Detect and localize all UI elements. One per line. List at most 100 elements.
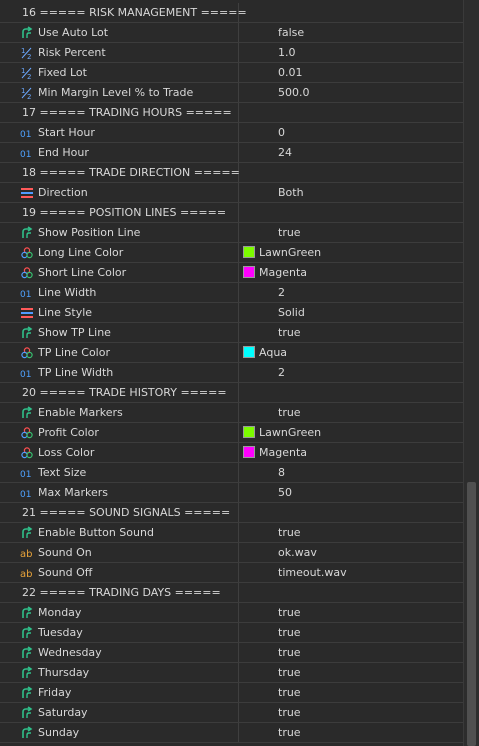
param-value-cell[interactable]: true — [240, 683, 463, 702]
param-row-enable-markers[interactable]: Enable Markers true — [0, 403, 463, 423]
param-row-end-hour[interactable]: 01 End Hour 24 — [0, 143, 463, 163]
color-swatch[interactable] — [243, 246, 255, 258]
param-row-show-tp-line[interactable]: Show TP Line true — [0, 323, 463, 343]
param-name: Tuesday — [38, 626, 83, 639]
param-value-cell[interactable]: true — [240, 663, 463, 682]
param-value[interactable]: Both — [278, 186, 304, 199]
param-row-start-hour[interactable]: 01 Start Hour 0 — [0, 123, 463, 143]
param-value-cell[interactable]: true — [240, 323, 463, 342]
param-value-cell[interactable]: true — [240, 703, 463, 722]
color-swatch[interactable] — [243, 266, 255, 278]
param-value-cell[interactable]: true — [240, 623, 463, 642]
param-row-wednesday[interactable]: Wednesday true — [0, 643, 463, 663]
param-value[interactable]: 2 — [278, 366, 285, 379]
param-value[interactable]: true — [278, 706, 301, 719]
param-row-loss-color[interactable]: Loss Color Magenta — [0, 443, 463, 463]
param-row-risk-percent[interactable]: 1 2 Risk Percent 1.0 — [0, 43, 463, 63]
param-value-cell[interactable]: true — [240, 723, 463, 742]
param-value-cell[interactable]: Aqua — [240, 343, 463, 362]
param-row-sound-off[interactable]: ab Sound Off timeout.wav — [0, 563, 463, 583]
param-value[interactable]: true — [278, 526, 301, 539]
param-value-cell[interactable]: 1.0 — [240, 43, 463, 62]
param-value[interactable]: true — [278, 606, 301, 619]
param-value-cell[interactable]: Magenta — [240, 443, 463, 462]
param-value-cell[interactable]: 2 — [240, 283, 463, 302]
param-value[interactable]: 0.01 — [278, 66, 303, 79]
color-swatch[interactable] — [243, 446, 255, 458]
param-row-short-line-color[interactable]: Short Line Color Magenta — [0, 263, 463, 283]
param-value[interactable]: true — [278, 406, 301, 419]
param-value-cell[interactable]: Both — [240, 183, 463, 202]
param-value[interactable]: Solid — [278, 306, 305, 319]
param-value[interactable]: 1.0 — [278, 46, 296, 59]
vertical-scrollbar[interactable] — [463, 0, 479, 746]
param-value-cell[interactable]: false — [240, 23, 463, 42]
param-row-sunday[interactable]: Sunday true — [0, 723, 463, 743]
param-row-min-margin-level-to-trade[interactable]: 1 2 Min Margin Level % to Trade 500.0 — [0, 83, 463, 103]
param-row-direction[interactable]: Direction Both — [0, 183, 463, 203]
param-value-cell[interactable]: 50 — [240, 483, 463, 502]
color-swatch[interactable] — [243, 346, 255, 358]
param-row-max-markers[interactable]: 01 Max Markers 50 — [0, 483, 463, 503]
param-row-long-line-color[interactable]: Long Line Color LawnGreen — [0, 243, 463, 263]
param-value[interactable]: true — [278, 726, 301, 739]
param-value[interactable]: true — [278, 626, 301, 639]
param-value[interactable]: false — [278, 26, 304, 39]
param-value[interactable]: Magenta — [259, 446, 307, 459]
param-value-cell[interactable]: LawnGreen — [240, 243, 463, 262]
param-value-cell[interactable]: true — [240, 223, 463, 242]
param-row-saturday[interactable]: Saturday true — [0, 703, 463, 723]
param-value-cell[interactable]: LawnGreen — [240, 423, 463, 442]
param-value[interactable]: LawnGreen — [259, 426, 321, 439]
param-value-cell[interactable]: ok.wav — [240, 543, 463, 562]
param-value[interactable]: Magenta — [259, 266, 307, 279]
param-value-cell[interactable]: Solid — [240, 303, 463, 322]
param-value-cell[interactable]: Magenta — [240, 263, 463, 282]
param-value-cell[interactable]: true — [240, 603, 463, 622]
param-value[interactable]: 2 — [278, 286, 285, 299]
param-row-friday[interactable]: Friday true — [0, 683, 463, 703]
color-swatch[interactable] — [243, 426, 255, 438]
param-row-fixed-lot[interactable]: 1 2 Fixed Lot 0.01 — [0, 63, 463, 83]
param-value[interactable]: 0 — [278, 126, 285, 139]
param-value[interactable]: 50 — [278, 486, 292, 499]
param-row-show-position-line[interactable]: Show Position Line true — [0, 223, 463, 243]
param-value-cell[interactable]: true — [240, 643, 463, 662]
param-value-cell[interactable]: 8 — [240, 463, 463, 482]
param-value-cell[interactable]: 24 — [240, 143, 463, 162]
param-value-cell[interactable]: timeout.wav — [240, 563, 463, 582]
param-value[interactable]: 8 — [278, 466, 285, 479]
param-value[interactable]: Aqua — [259, 346, 287, 359]
param-row-tuesday[interactable]: Tuesday true — [0, 623, 463, 643]
param-value-cell[interactable]: 500.0 — [240, 83, 463, 102]
param-value[interactable]: timeout.wav — [278, 566, 347, 579]
param-value-cell[interactable]: 2 — [240, 363, 463, 382]
param-row-profit-color[interactable]: Profit Color LawnGreen — [0, 423, 463, 443]
param-value[interactable]: 24 — [278, 146, 292, 159]
param-value-cell[interactable]: 0 — [240, 123, 463, 142]
param-value[interactable]: true — [278, 646, 301, 659]
param-value[interactable]: true — [278, 226, 301, 239]
param-row-tp-line-color[interactable]: TP Line Color Aqua — [0, 343, 463, 363]
param-value-cell[interactable]: true — [240, 523, 463, 542]
param-name-cell: ab Sound Off — [0, 563, 239, 582]
param-row-thursday[interactable]: Thursday true — [0, 663, 463, 683]
param-value[interactable]: true — [278, 326, 301, 339]
param-value-cell[interactable]: 0.01 — [240, 63, 463, 82]
param-value[interactable]: true — [278, 686, 301, 699]
param-row-use-auto-lot[interactable]: Use Auto Lot false — [0, 23, 463, 43]
param-value[interactable]: ok.wav — [278, 546, 317, 559]
param-row-sound-on[interactable]: ab Sound On ok.wav — [0, 543, 463, 563]
param-row-enable-button-sound[interactable]: Enable Button Sound true — [0, 523, 463, 543]
param-value[interactable]: true — [278, 666, 301, 679]
param-row-tp-line-width[interactable]: 01 TP Line Width 2 — [0, 363, 463, 383]
param-row-monday[interactable]: Monday true — [0, 603, 463, 623]
param-row-line-width[interactable]: 01 Line Width 2 — [0, 283, 463, 303]
scrollbar-thumb[interactable] — [467, 482, 476, 746]
param-value[interactable]: LawnGreen — [259, 246, 321, 259]
param-name: Use Auto Lot — [38, 26, 109, 39]
param-row-text-size[interactable]: 01 Text Size 8 — [0, 463, 463, 483]
param-value[interactable]: 500.0 — [278, 86, 310, 99]
param-value-cell[interactable]: true — [240, 403, 463, 422]
param-row-line-style[interactable]: Line Style Solid — [0, 303, 463, 323]
